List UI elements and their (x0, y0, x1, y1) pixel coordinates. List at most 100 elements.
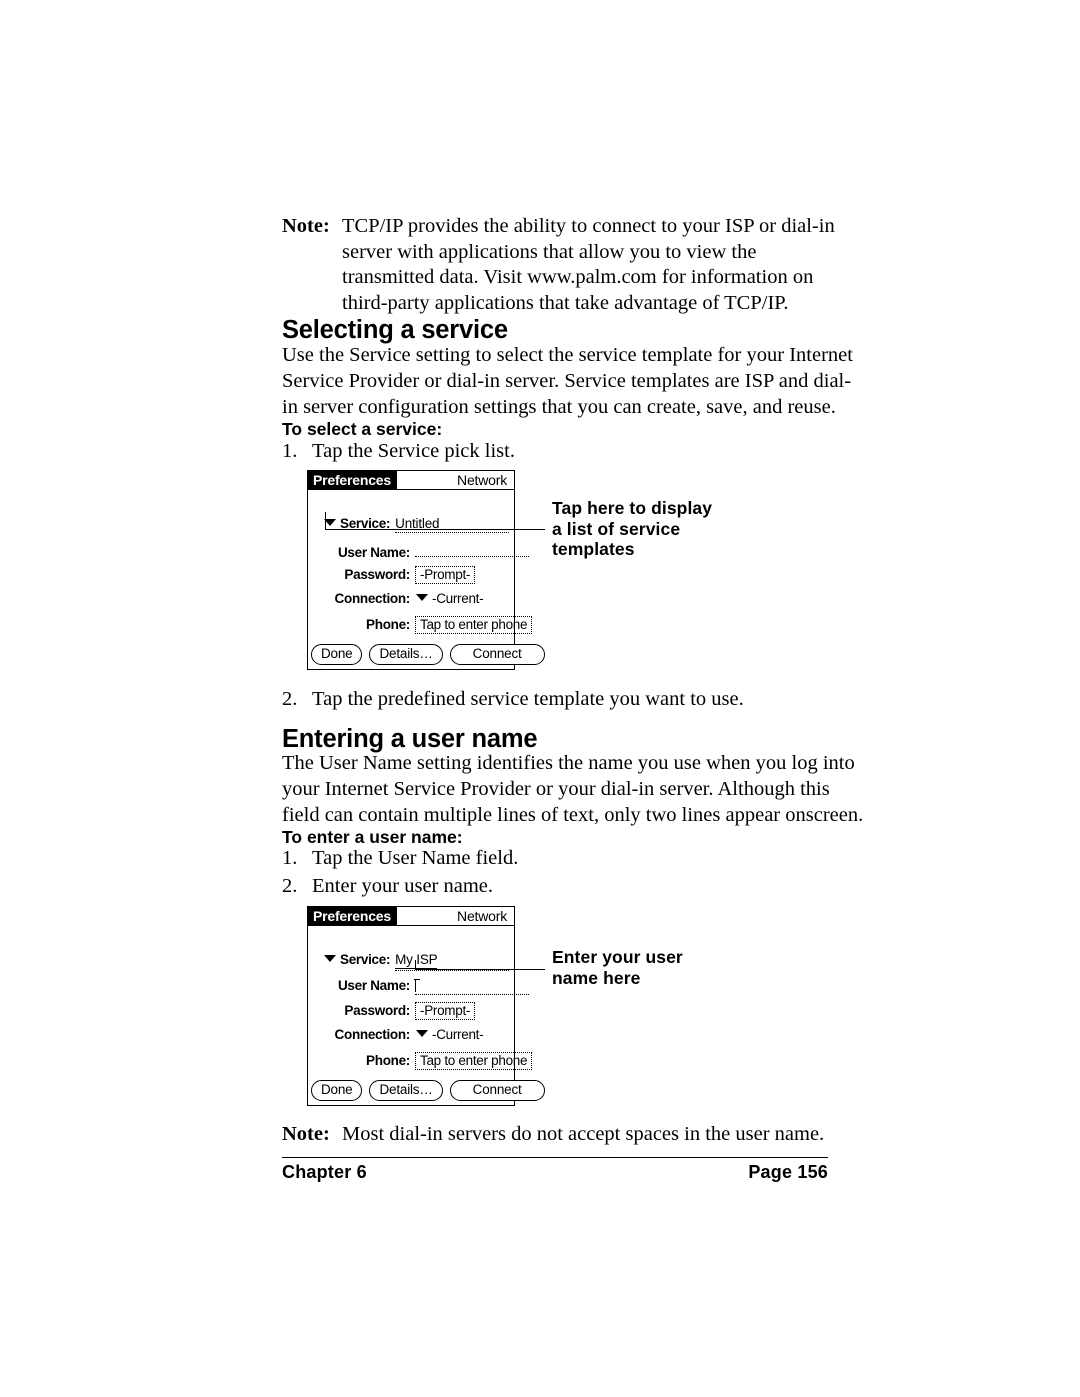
palm2-field-username[interactable]: User Name: (324, 977, 529, 997)
palm1-body: Service: Untitled User Name: Password: -… (308, 490, 545, 668)
palm2-phone-value[interactable]: Tap to enter phone (415, 1052, 533, 1070)
section2-step-2-number: 2. (282, 875, 298, 897)
section1-paragraph-line-1: Use the Service setting to select the se… (282, 344, 853, 366)
section2-paragraph-line-3: field can contain multiple lines of text… (282, 803, 864, 826)
palm2-service-value[interactable]: My ISP (395, 952, 438, 969)
palm1-field-service[interactable]: Service: Untitled (324, 516, 510, 536)
section1-paragraph: Use the Service setting to select the se… (282, 343, 853, 420)
palm2-password-label: Password: (344, 1003, 410, 1018)
palm1-button-bar: Done Details… Connect (311, 644, 545, 665)
palm2-connection-value[interactable]: -Current- (432, 1027, 484, 1042)
callout-enter-your-user-name-here: Enter your user name here (552, 947, 683, 988)
callout2-line-1: Enter your user (552, 947, 683, 967)
bottom-note-row: Note: Most dial-in servers do not accept… (282, 1122, 830, 1148)
palm2-connection-chevron-down-icon[interactable] (416, 1030, 428, 1037)
callout1-line-2: a list of service (552, 518, 681, 539)
section2-step-2-text: Enter your user name. (312, 875, 494, 897)
top-note-body: TCP/IP provides the ability to connect t… (342, 214, 835, 316)
section1-step-2-number: 2. (282, 688, 298, 710)
section2-step-1-text: Tap the User Name field. (312, 847, 519, 869)
palm1-password-label: Password: (344, 567, 410, 582)
callout2-line-2: name here (552, 967, 641, 988)
palm2-field-password[interactable]: Password: -Prompt- (324, 1002, 476, 1022)
section1-step-2-text: Tap the predefined service template you … (312, 688, 744, 710)
section-heading-selecting-a-service: Selecting a service (282, 316, 508, 344)
callout1-leader-horizontal (325, 529, 545, 530)
callout1-line-1: Tap here to display (552, 498, 713, 518)
callout1-leader-vertical-stub (325, 512, 326, 530)
document-page: Note: TCP/IP provides the ability to con… (0, 0, 1080, 1397)
palm2-body: Service: My ISP User Name: Password: -Pr… (308, 926, 545, 1104)
bottom-note-label: Note: (282, 1123, 330, 1145)
palm1-connect-button[interactable]: Connect (449, 644, 545, 665)
top-note-label: Note: (282, 215, 330, 237)
top-note-line-2: server with applications that allow you … (342, 240, 757, 263)
section2-paragraph-line-1: The User Name setting identifies the nam… (282, 752, 855, 774)
palm2-details-button[interactable]: Details… (369, 1080, 443, 1101)
top-note-row: Note: TCP/IP provides the ability to con… (282, 214, 835, 316)
palm2-connect-button[interactable]: Connect (449, 1080, 545, 1101)
palm1-phone-label: Phone: (366, 617, 410, 632)
section-heading-entering-a-user-name: Entering a user name (282, 725, 538, 753)
palm2-panel-title: Network (457, 908, 507, 924)
palm2-field-connection[interactable]: Connection: -Current- (316, 1027, 484, 1047)
bottom-note: Note: Most dial-in servers do not accept… (282, 1122, 830, 1148)
palm1-password-value[interactable]: -Prompt- (415, 566, 476, 584)
section2-step-1-number: 1. (282, 847, 298, 869)
palm2-done-button[interactable]: Done (311, 1080, 363, 1101)
palm1-app-title: Preferences (308, 471, 397, 490)
section2-step-1: 1. Tap the User Name field. (282, 846, 518, 872)
palm1-connection-chevron-down-icon[interactable] (416, 594, 428, 601)
palm2-service-chevron-down-icon[interactable] (324, 955, 336, 962)
section1-step-2: 2. Tap the predefined service template yo… (282, 687, 744, 713)
palm2-username-label: User Name: (337, 978, 410, 993)
palm2-password-value[interactable]: -Prompt- (415, 1002, 476, 1020)
palm2-service-label: Service: (340, 952, 391, 967)
section1-step-1-number: 1. (282, 440, 298, 462)
palm1-titlebar: Preferences Network (308, 471, 514, 490)
top-note-line-3: transmitted data. Visit www.palm.com for… (342, 266, 814, 289)
section1-step-1: 1. Tap the Service pick list. (282, 439, 515, 465)
footer-divider (282, 1157, 828, 1158)
palm-screenshot-network-preferences-untitled: Preferences Network Service: Untitled Us… (307, 470, 545, 670)
callout2-leader-horizontal (415, 969, 545, 970)
palm2-username-caret-top (414, 979, 420, 980)
footer-page-number: Page 156 (748, 1162, 828, 1182)
palm1-field-password[interactable]: Password: -Prompt- (324, 566, 476, 586)
palm2-field-phone[interactable]: Phone: Tap to enter phone (324, 1052, 533, 1072)
palm1-details-button[interactable]: Details… (369, 644, 443, 665)
section2-paragraph-line-2: your Internet Service Provider or your d… (282, 777, 830, 800)
section1-paragraph-line-2: Service Provider or dial-in server. Serv… (282, 369, 852, 392)
section2-paragraph: The User Name setting identifies the nam… (282, 751, 864, 828)
section2-subhead: To enter a user name: (282, 827, 463, 847)
palm1-connection-value[interactable]: -Current- (432, 591, 484, 606)
palm1-username-label: User Name: (337, 545, 410, 560)
callout-tap-here-to-display: Tap here to display a list of service te… (552, 498, 712, 560)
palm2-connection-label: Connection: (334, 1027, 411, 1042)
palm1-field-username[interactable]: User Name: (324, 541, 529, 561)
palm1-field-connection[interactable]: Connection: -Current- (316, 591, 484, 611)
palm1-done-button[interactable]: Done (311, 644, 363, 665)
section1-step-1-text: Tap the Service pick list. (312, 440, 515, 462)
palm1-connection-label: Connection: (334, 591, 411, 606)
palm-screenshot-network-preferences-my-isp: Preferences Network Service: My ISP User… (307, 906, 545, 1106)
footer-chapter: Chapter 6 (282, 1162, 367, 1182)
palm1-phone-value[interactable]: Tap to enter phone (415, 616, 533, 634)
palm1-username-value[interactable] (415, 541, 529, 557)
top-note: Note: TCP/IP provides the ability to con… (282, 214, 835, 316)
palm2-username-value[interactable] (414, 977, 529, 995)
top-note-line-4: third-party applications that take advan… (342, 291, 789, 314)
palm2-titlebar: Preferences Network (308, 907, 514, 926)
top-note-line-1: TCP/IP provides the ability to connect t… (342, 215, 835, 237)
bottom-note-body: Most dial-in servers do not accept space… (342, 1122, 830, 1148)
palm1-service-value[interactable]: Untitled (395, 516, 510, 533)
section1-paragraph-line-3: in server configuration settings that yo… (282, 395, 836, 418)
palm2-button-bar: Done Details… Connect (311, 1080, 545, 1101)
palm2-phone-label: Phone: (366, 1053, 410, 1068)
section2-step-2: 2. Enter your user name. (282, 874, 493, 900)
section1-subhead: To select a service: (282, 419, 443, 439)
palm1-panel-title: Network (457, 472, 507, 488)
bottom-note-line-1: Most dial-in servers do not accept space… (342, 1123, 825, 1145)
palm1-field-phone[interactable]: Phone: Tap to enter phone (324, 616, 533, 636)
callout1-line-3: templates (552, 539, 635, 559)
